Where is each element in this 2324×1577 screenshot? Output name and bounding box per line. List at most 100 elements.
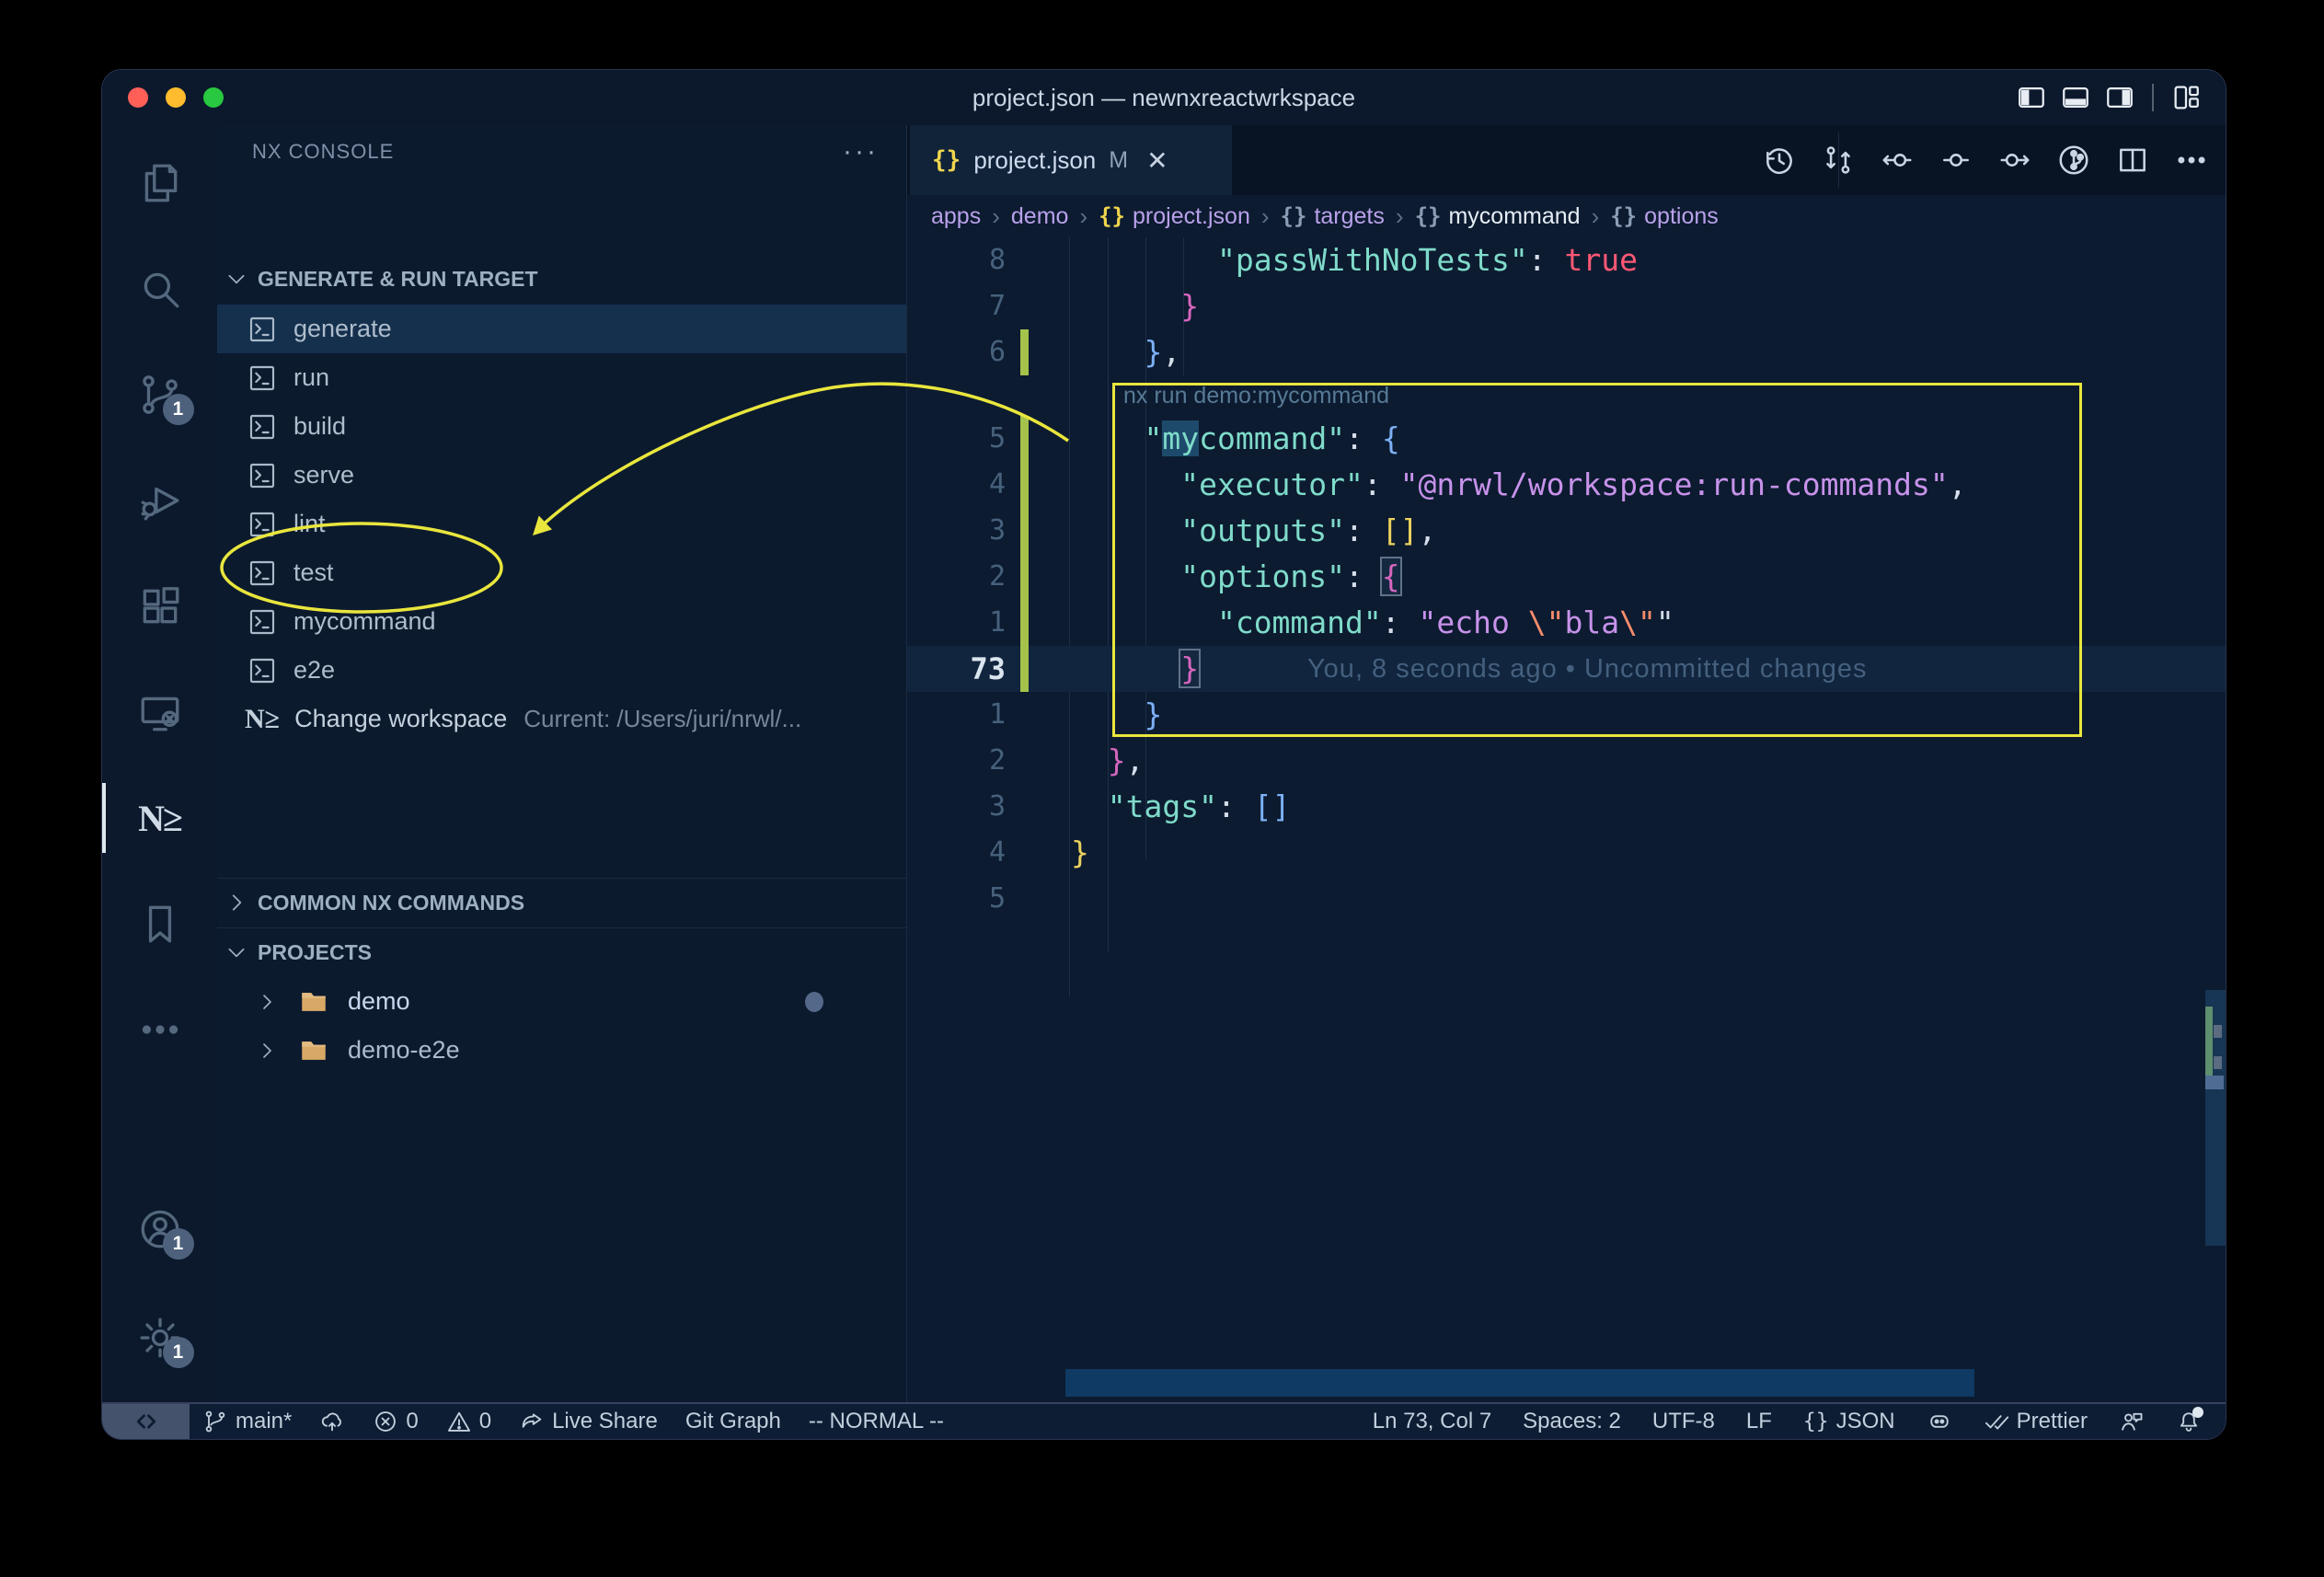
tab-project-json[interactable]: {} project.json M ✕ <box>910 125 1232 195</box>
more-actions-icon[interactable] <box>2174 143 2209 178</box>
status-item-encoding[interactable]: UTF-8 <box>1652 1404 1715 1439</box>
braces-icon: {} <box>1610 203 1637 229</box>
titlebar-layout-controls <box>2016 70 2202 125</box>
target-item-mycommand[interactable]: mycommand <box>217 597 906 646</box>
project-item-demo-e2e[interactable]: demo-e2e <box>217 1026 906 1075</box>
code-line: 7 } <box>907 283 2226 329</box>
status-item-label: -- NORMAL -- <box>809 1409 944 1434</box>
next-change-icon[interactable] <box>1997 143 2032 178</box>
panel-more-actions-icon[interactable]: ··· <box>843 125 879 178</box>
close-tab-icon[interactable]: ✕ <box>1146 145 1168 176</box>
target-item-test[interactable]: test <box>217 548 906 597</box>
section-generate-run-target[interactable]: GENERATE & RUN TARGET <box>217 258 906 300</box>
change-icon[interactable] <box>1939 143 1973 178</box>
toggle-sidebar-left-icon[interactable] <box>2016 82 2047 113</box>
status-item-git-graph[interactable]: Git Graph <box>685 1404 781 1439</box>
project-item-demo[interactable]: demo <box>217 977 906 1026</box>
explorer-icon[interactable] <box>102 137 217 229</box>
status-item-vim-mode[interactable]: -- NORMAL -- <box>809 1404 944 1439</box>
terminal-icon <box>247 461 277 490</box>
breadcrumb-item-options[interactable]: {}options <box>1610 203 1719 230</box>
breadcrumb-item-targets[interactable]: {}targets <box>1281 203 1385 230</box>
status-bar-left: main* 00 Live Share Git Graph -- NORMAL -- <box>202 1404 944 1439</box>
status-item-language-mode[interactable]: {}JSON <box>1803 1404 1895 1439</box>
breadcrumb-item-apps[interactable]: apps <box>931 203 981 230</box>
overview-ruler[interactable] <box>2205 237 2226 1404</box>
nx-mini-logo-icon: N≥ <box>245 704 280 735</box>
status-item-sync[interactable] <box>319 1404 345 1439</box>
target-item-run[interactable]: run <box>217 353 906 402</box>
status-item-live-share[interactable]: Live Share <box>519 1404 658 1439</box>
remote-indicator[interactable] <box>102 1404 190 1439</box>
breadcrumb-separator: › <box>1396 202 1404 231</box>
status-item-cursor-position[interactable]: Ln 73, Col 7 <box>1373 1404 1491 1439</box>
status-item-copilot[interactable] <box>1927 1404 1952 1439</box>
terminal-icon <box>247 412 277 442</box>
code-text: "passWithNoTests": true <box>1071 237 1638 283</box>
breadcrumb-label: targets <box>1314 203 1384 230</box>
run-and-debug-icon[interactable] <box>102 455 217 547</box>
horizontal-scrollbar[interactable] <box>1065 1369 1974 1397</box>
line-number: 5 <box>907 876 1006 922</box>
status-item-warnings[interactable]: 0 <box>446 1404 491 1439</box>
breadcrumb-item-demo[interactable]: demo <box>1011 203 1069 230</box>
braces-icon: {} <box>1803 1410 1829 1433</box>
line-number: 6 <box>907 329 1006 375</box>
status-item-git-branch[interactable]: main* <box>202 1404 292 1439</box>
extensions-icon[interactable] <box>102 560 217 652</box>
more-views-icon[interactable] <box>102 984 217 1076</box>
settings-gear-icon[interactable]: 1 <box>102 1292 217 1384</box>
code-editor[interactable]: 8 "passWithNoTests": true7 }6 },nx run d… <box>907 237 2226 1404</box>
terminal-icon <box>247 363 277 393</box>
source-control-icon[interactable]: 1 <box>102 349 217 441</box>
status-item-prettier[interactable]: Prettier <box>1984 1404 2088 1439</box>
copilot-icon <box>1927 1409 1952 1434</box>
project-label: demo <box>348 987 410 1016</box>
target-item-build[interactable]: build <box>217 402 906 451</box>
status-item-feedback[interactable] <box>2119 1404 2145 1439</box>
line-number: 3 <box>907 508 1006 554</box>
breadcrumb-item-mycommand[interactable]: {}mycommand <box>1415 203 1581 230</box>
remote-explorer-icon[interactable] <box>102 666 217 758</box>
customize-layout-icon[interactable] <box>2170 82 2202 113</box>
nx-console-icon[interactable]: N≥ <box>102 772 217 864</box>
section-divider <box>217 878 906 879</box>
target-item-e2e[interactable]: e2e <box>217 646 906 695</box>
line-number: 7 <box>907 283 1006 329</box>
source-control-badge: 1 <box>163 394 194 425</box>
panel-header: NX CONSOLE ··· <box>217 125 906 178</box>
target-item-generate[interactable]: generate <box>217 305 906 353</box>
terminal-icon <box>247 558 277 588</box>
search-icon[interactable] <box>102 243 217 335</box>
section-common-nx-commands[interactable]: COMMON NX COMMANDS <box>217 881 906 924</box>
terminal-icon <box>247 607 277 637</box>
target-item-lint[interactable]: lint <box>217 500 906 548</box>
account-badge: 1 <box>163 1228 194 1260</box>
change-workspace-item[interactable]: N≥ Change workspace Current: /Users/juri… <box>217 695 906 743</box>
bookmarks-icon[interactable] <box>102 878 217 970</box>
chevron-down-icon <box>224 267 248 291</box>
compare-changes-icon[interactable] <box>1821 143 1856 178</box>
project-list: demo demo-e2e <box>217 977 906 1075</box>
current-workspace-path: Current: /Users/juri/nrwl/... <box>523 705 801 733</box>
previous-change-icon[interactable] <box>1880 143 1915 178</box>
toggle-sidebar-right-icon[interactable] <box>2104 82 2135 113</box>
status-item-eol[interactable]: LF <box>1746 1404 1772 1439</box>
split-editor-icon[interactable] <box>2115 143 2150 178</box>
status-item-errors[interactable]: 0 <box>373 1404 418 1439</box>
target-item-serve[interactable]: serve <box>217 451 906 500</box>
overview-mark <box>2214 1025 2222 1038</box>
status-item-indentation[interactable]: Spaces: 2 <box>1523 1404 1621 1439</box>
timeline-icon[interactable] <box>1762 143 1797 178</box>
line-number: 4 <box>907 462 1006 508</box>
status-item-notifications[interactable] <box>2176 1404 2202 1439</box>
breadcrumb-separator: › <box>1592 202 1600 231</box>
target-label: run <box>293 363 329 392</box>
toggle-panel-icon[interactable] <box>2060 82 2091 113</box>
breadcrumb-item-project.json[interactable]: {}project.json <box>1099 203 1250 230</box>
project-label: demo-e2e <box>348 1036 460 1065</box>
section-projects[interactable]: PROJECTS <box>217 931 906 973</box>
line-number: 1 <box>907 692 1006 738</box>
file-history-icon[interactable] <box>2056 143 2091 178</box>
account-icon[interactable]: 1 <box>102 1183 217 1275</box>
